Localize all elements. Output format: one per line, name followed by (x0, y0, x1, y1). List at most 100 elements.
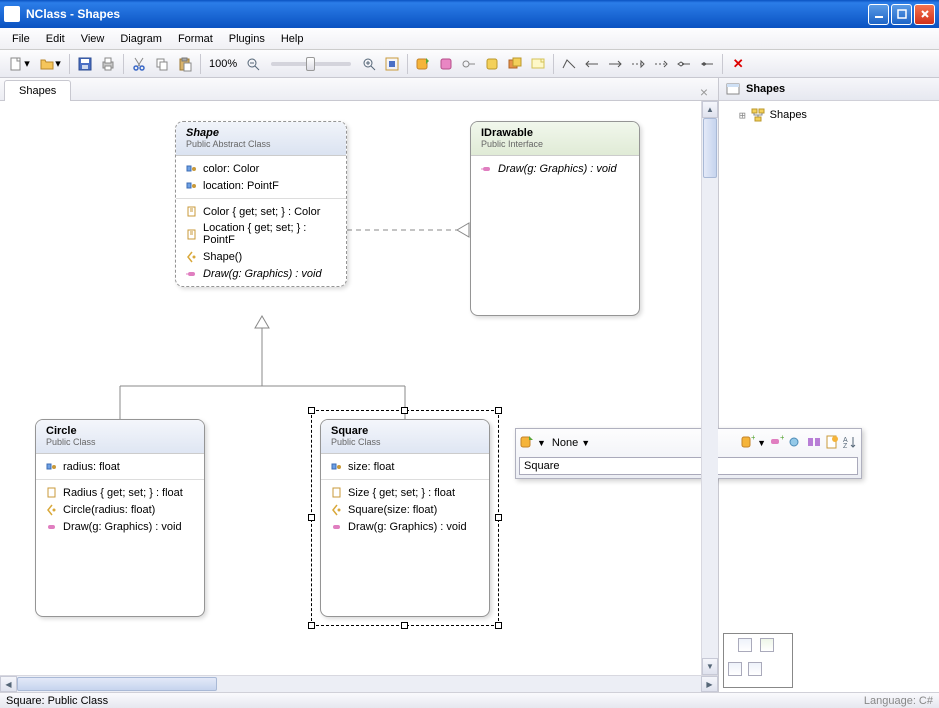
cut-button[interactable] (128, 53, 150, 75)
members-button[interactable] (806, 434, 822, 453)
menu-diagram[interactable]: Diagram (112, 30, 170, 48)
scroll-down-button[interactable]: ▼ (702, 658, 718, 675)
property-icon (330, 486, 343, 499)
copy-icon (154, 56, 170, 72)
method-icon (45, 520, 58, 533)
maximize-button[interactable] (891, 4, 912, 25)
class-title: Square (331, 425, 479, 437)
scroll-left-button[interactable]: ◀ (0, 676, 17, 692)
copy-button[interactable] (151, 53, 173, 75)
arrow-left-icon (584, 56, 600, 72)
tree-expand-icon[interactable]: ⊞ (739, 109, 746, 122)
class-name-input[interactable] (519, 457, 858, 475)
menu-file[interactable]: File (4, 30, 38, 48)
menu-plugins[interactable]: Plugins (221, 30, 273, 48)
class-editor-popup[interactable]: ▼ None ▼ + ▼ + AZ (515, 428, 862, 479)
save-button[interactable] (74, 53, 96, 75)
property-icon (45, 486, 58, 499)
close-button[interactable] (914, 4, 935, 25)
field-icon (45, 460, 58, 473)
props-button[interactable] (824, 434, 840, 453)
field-icon (330, 460, 343, 473)
zoom-in-button[interactable] (358, 53, 380, 75)
interface-icon (461, 56, 477, 72)
uml-class-circle[interactable]: Circle Public Class radius: float Radius… (35, 419, 205, 617)
tab-bar: Shapes × (0, 78, 718, 101)
property-icon (185, 205, 198, 218)
menubar: File Edit View Diagram Format Plugins He… (0, 28, 939, 50)
print-icon (100, 56, 116, 72)
tab-close-button[interactable]: × (694, 84, 714, 100)
scroll-thumb[interactable] (17, 677, 217, 691)
project-icon (725, 81, 741, 97)
new-comment-button[interactable] (527, 53, 549, 75)
svg-text:+: + (751, 434, 755, 442)
ctor-icon (185, 250, 198, 263)
panel-title: Shapes (746, 83, 785, 95)
zoom-out-button[interactable] (242, 53, 264, 75)
menu-edit[interactable]: Edit (38, 30, 73, 48)
scroll-up-button[interactable]: ▲ (702, 101, 718, 118)
add-prop-button[interactable] (786, 434, 802, 453)
assoc-button[interactable] (558, 53, 580, 75)
add-method-button[interactable]: + (768, 434, 784, 453)
uml-interface-idrawable[interactable]: IDrawable Public Interface Draw(g: Graph… (470, 121, 640, 316)
tab-shapes[interactable]: Shapes (4, 80, 71, 101)
class-title: Shape (186, 127, 336, 139)
delegate-icon (507, 56, 523, 72)
paste-button[interactable] (174, 53, 196, 75)
delete-icon: ✕ (733, 56, 744, 72)
delete-button[interactable]: ✕ (727, 53, 749, 75)
direct-assoc-button[interactable] (581, 53, 603, 75)
vertical-scrollbar[interactable]: ▲ ▼ (701, 101, 718, 675)
access-dropdown[interactable]: None ▼ (548, 437, 594, 449)
status-text: Square: Public Class (6, 695, 108, 707)
realize-button[interactable] (627, 53, 649, 75)
sort-button[interactable]: AZ (842, 434, 858, 453)
horizontal-scrollbar[interactable]: ◀ ▶ (0, 675, 718, 692)
new-class-button[interactable] (412, 53, 434, 75)
status-language: Language: C# (864, 695, 933, 707)
generalize-button[interactable] (604, 53, 626, 75)
scroll-thumb[interactable] (703, 118, 717, 178)
aggregation-button[interactable] (673, 53, 695, 75)
add-field-button[interactable]: + (739, 434, 755, 453)
dependency-button[interactable] (650, 53, 672, 75)
menu-format[interactable]: Format (170, 30, 221, 48)
add-member-button[interactable] (519, 434, 535, 453)
mini-preview[interactable] (723, 633, 793, 688)
zoom-slider[interactable] (271, 62, 351, 66)
menu-view[interactable]: View (73, 30, 113, 48)
new-icon (8, 56, 24, 72)
class-title: Circle (46, 425, 194, 437)
new-struct-button[interactable] (435, 53, 457, 75)
status-bar: Square: Public Class Language: C# (0, 692, 939, 708)
dashed-icon (653, 56, 669, 72)
uml-class-shape[interactable]: Shape Public Abstract Class color: Color… (175, 121, 347, 287)
window-titlebar: NClass - Shapes (0, 0, 939, 28)
open-button[interactable]: ▾ (35, 53, 65, 75)
uml-class-square[interactable]: Square Public Class size: float Size { g… (320, 419, 490, 617)
scroll-right-button[interactable]: ▶ (701, 676, 718, 692)
minimize-button[interactable] (868, 4, 889, 25)
print-button[interactable] (97, 53, 119, 75)
struct-icon (438, 56, 454, 72)
new-enum-button[interactable] (481, 53, 503, 75)
method-icon (330, 520, 343, 533)
menu-help[interactable]: Help (273, 30, 312, 48)
tree-item-shapes[interactable]: ⊞ Shapes (725, 105, 933, 125)
zoom-level: 100% (205, 58, 241, 70)
method-icon (185, 267, 198, 280)
dashed-arrow-icon (630, 56, 646, 72)
new-button[interactable]: ▾ (4, 53, 34, 75)
diagram-icon (750, 107, 766, 123)
autosize-button[interactable] (381, 53, 403, 75)
diamond-open-icon (676, 56, 692, 72)
new-delegate-button[interactable] (504, 53, 526, 75)
new-interface-button[interactable] (458, 53, 480, 75)
svg-text:Z: Z (843, 443, 848, 450)
autosize-icon (384, 56, 400, 72)
composition-button[interactable] (696, 53, 718, 75)
app-icon (4, 6, 20, 22)
diagram-canvas[interactable]: Shape Public Abstract Class color: Color… (0, 101, 701, 675)
